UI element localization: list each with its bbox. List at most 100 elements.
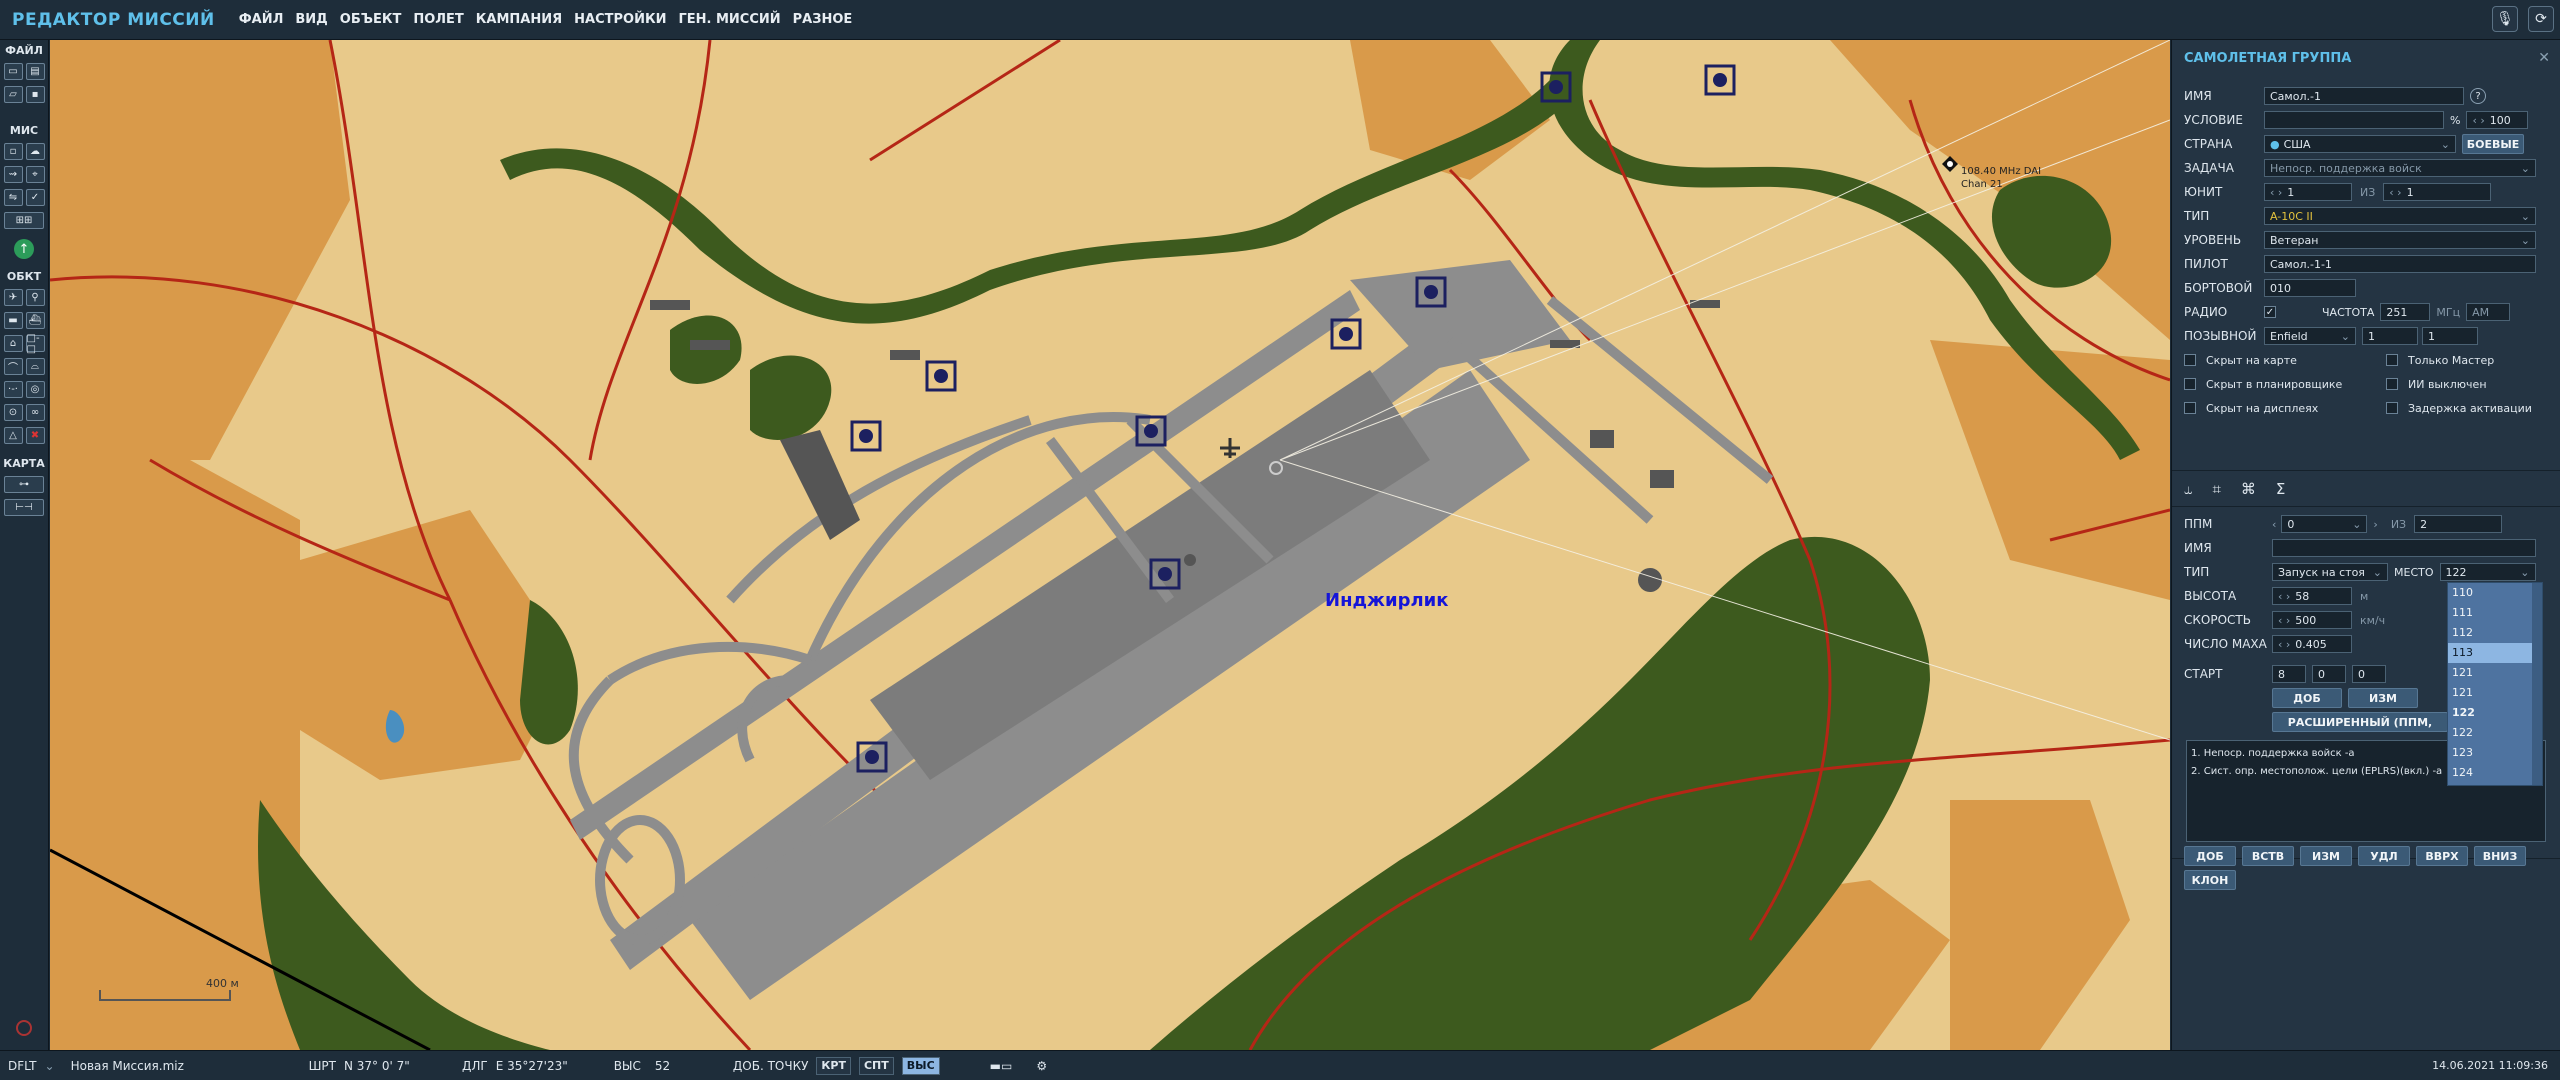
map-layers-icon[interactable]: ▬▭	[990, 1059, 1013, 1073]
type-select[interactable]: A-10C II	[2264, 207, 2536, 225]
action-clone-button[interactable]: КЛОН	[2184, 870, 2236, 890]
help-icon[interactable]: ?	[2470, 88, 2486, 104]
callsign-select[interactable]: Enfield	[2264, 327, 2356, 345]
frequency-input[interactable]: 251	[2380, 303, 2431, 321]
master-only-checkbox[interactable]	[2386, 354, 2398, 366]
wp-add-button[interactable]: ДОБ	[2272, 688, 2342, 708]
action-edit-button[interactable]: ИЗМ	[2300, 846, 2352, 866]
mode-altitude-button[interactable]: ВЫС	[901, 1056, 940, 1075]
action-insert-button[interactable]: ВСТВ	[2242, 846, 2294, 866]
menu-view[interactable]: ВИД	[295, 12, 327, 27]
waypoint-select[interactable]: 0	[2281, 515, 2368, 533]
speed-stepper[interactable]: ‹ › 500	[2272, 611, 2352, 629]
static-object-icon[interactable]: ⌂	[3, 335, 23, 352]
tab-targets-icon[interactable]: ⌗	[2212, 480, 2220, 498]
place-select[interactable]: 122	[2439, 563, 2536, 581]
ground-unit-icon[interactable]: ▬	[3, 312, 23, 329]
map-canvas[interactable]	[50, 40, 2170, 1050]
waypoint-next-icon[interactable]: ›	[2373, 518, 2377, 531]
ai-off-checkbox[interactable]	[2386, 378, 2398, 390]
dropdown-item[interactable]: 110	[2448, 583, 2542, 603]
target-zone-icon[interactable]: ◎	[25, 381, 45, 398]
ship-icon[interactable]: ⛴	[25, 312, 45, 329]
microphone-icon[interactable]: 🎙	[2492, 6, 2518, 32]
combat-button[interactable]: БОЕВЫЕ	[2462, 134, 2524, 154]
new-file-icon[interactable]: ▭	[3, 63, 23, 80]
start-minutes-input[interactable]: 0	[2312, 665, 2346, 683]
dropdown-item[interactable]: 121	[2448, 663, 2542, 683]
weather-icon[interactable]: ☁	[25, 143, 45, 160]
radio-checkbox[interactable]: ✓	[2264, 306, 2276, 318]
zones-icon[interactable]: ⌖	[25, 166, 45, 183]
modulation-select[interactable]: AM	[2466, 303, 2511, 321]
folder-icon[interactable]: ▱	[3, 86, 23, 103]
condition-input[interactable]	[2264, 111, 2444, 129]
open-file-icon[interactable]: ▤	[25, 63, 45, 80]
options-icon[interactable]: ▫	[3, 143, 23, 160]
callsign-number2[interactable]: 1	[2422, 327, 2478, 345]
menu-misc[interactable]: РАЗНОЕ	[793, 12, 853, 27]
waypoint-total-input[interactable]: 2	[2414, 515, 2503, 533]
tail-input[interactable]: 010	[2264, 279, 2356, 297]
pilot-input[interactable]: Самол.-1-1	[2264, 255, 2536, 273]
delete-icon[interactable]: ✖	[25, 427, 45, 444]
mode-map-button[interactable]: КРТ	[816, 1056, 851, 1075]
dropdown-item-selected[interactable]: 113	[2448, 643, 2542, 663]
waypoint-icon[interactable]: ·-·	[3, 381, 23, 398]
waypoint-prev-icon[interactable]: ‹	[2272, 518, 2276, 531]
hidden-on-displays-checkbox[interactable]	[2184, 402, 2196, 414]
fly-mission-icon[interactable]: ↑	[14, 239, 34, 259]
close-icon[interactable]: ✕	[2538, 50, 2550, 66]
wp-name-input[interactable]	[2272, 539, 2536, 557]
probability-input[interactable]: ‹ › 100	[2466, 111, 2529, 129]
dropdown-item[interactable]: 112	[2448, 623, 2542, 643]
chevron-down-icon[interactable]: ⌄	[45, 1059, 55, 1073]
linked-object-icon[interactable]: □-□	[25, 333, 45, 355]
tab-payload-icon[interactable]: ⌘	[2241, 480, 2256, 498]
task-select[interactable]: Непоср. поддержка войск	[2264, 159, 2536, 177]
hidden-on-map-checkbox[interactable]	[2184, 354, 2196, 366]
unit-stepper[interactable]: ‹ › 1	[2264, 183, 2352, 201]
name-input[interactable]: Самол.-1	[2264, 87, 2464, 105]
nav-point-icon[interactable]: ⊙	[3, 404, 23, 421]
tab-route-icon[interactable]: ⥿	[2184, 480, 2192, 498]
callsign-number1[interactable]: 1	[2362, 327, 2418, 345]
wp-edit-button[interactable]: ИЗМ	[2348, 688, 2418, 708]
draw-icon[interactable]: △	[3, 427, 23, 444]
dropdown-item[interactable]: 123	[2448, 743, 2542, 763]
hidden-in-planner-checkbox[interactable]	[2184, 378, 2196, 390]
ruler-icon[interactable]: ⊢⊣	[4, 499, 44, 516]
menu-object[interactable]: ОБЪЕКТ	[340, 12, 402, 27]
start-hours-input[interactable]: 8	[2272, 665, 2306, 683]
mode-satellite-button[interactable]: СПТ	[858, 1056, 894, 1075]
menu-flight[interactable]: ПОЛЕТ	[413, 12, 463, 27]
template-icon[interactable]: ⌓	[25, 358, 45, 375]
coalitions-icon[interactable]: ⊞⊞	[4, 212, 44, 229]
late-activation-checkbox[interactable]	[2386, 402, 2398, 414]
dropdown-item[interactable]: 111	[2448, 603, 2542, 623]
unit-total-stepper[interactable]: ‹ › 1	[2383, 183, 2492, 201]
dropdown-item-current[interactable]: 122	[2448, 703, 2542, 723]
profile-select[interactable]: DFLT	[8, 1059, 37, 1073]
group-icon[interactable]: ∞	[25, 404, 45, 421]
refresh-icon[interactable]: ⟳	[2528, 6, 2554, 32]
altitude-stepper[interactable]: ‹ › 58	[2272, 587, 2352, 605]
action-add-button[interactable]: ДОБ	[2184, 846, 2236, 866]
dropdown-item[interactable]: 124	[2448, 763, 2542, 783]
record-icon[interactable]	[16, 1020, 32, 1036]
briefing-icon[interactable]: ⇋	[3, 189, 23, 206]
advanced-actions-button[interactable]: РАСШИРЕННЫЙ (ППМ,	[2272, 712, 2448, 732]
menu-file[interactable]: ФАЙЛ	[239, 12, 284, 27]
menu-mission-gen[interactable]: ГЕН. МИССИЙ	[678, 12, 780, 27]
skill-select[interactable]: Ветеран	[2264, 231, 2536, 249]
action-up-button[interactable]: ВВРХ	[2416, 846, 2468, 866]
menu-campaign[interactable]: КАМПАНИЯ	[476, 12, 562, 27]
mach-stepper[interactable]: ‹ › 0.405	[2272, 635, 2352, 653]
save-icon[interactable]: ▪	[25, 86, 45, 103]
tab-summary-icon[interactable]: Σ	[2276, 480, 2285, 498]
menu-settings[interactable]: НАСТРОЙКИ	[574, 12, 666, 27]
map-view[interactable]: Инджирлик 108.40 MHz DAI Chan 21 400 м	[50, 40, 2170, 1050]
place-dropdown-list[interactable]: 110 111 112 113 121 121 122 122 123 124	[2447, 582, 2543, 786]
helicopter-icon[interactable]: ⚲	[25, 289, 45, 306]
wp-type-select[interactable]: Запуск на стоя	[2272, 563, 2388, 581]
